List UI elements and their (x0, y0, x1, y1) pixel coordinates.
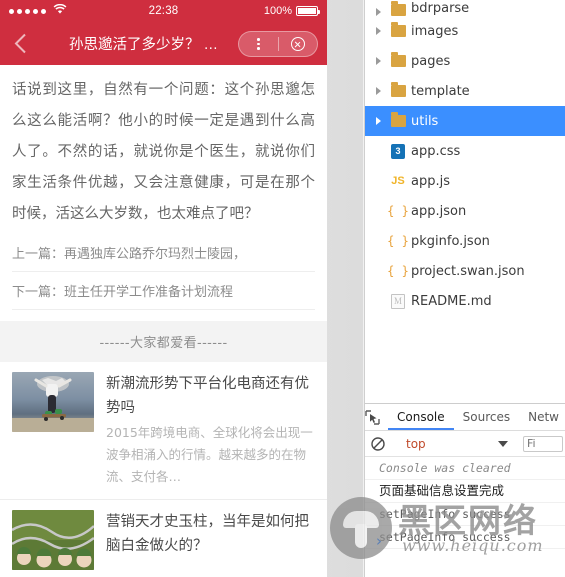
article-pager: 上一篇：再遇独库公路乔尔玛烈士陵园， 下一篇：班主任开学工作准备计划流程 (0, 234, 327, 310)
chevron-right-icon[interactable] (371, 57, 385, 65)
clear-console-icon[interactable] (365, 436, 391, 451)
list-item-desc: 2015年跨境电商、全球化将会出现一波争相涌入的行情。越来越多的在物流、支付各… (106, 425, 313, 484)
folder-icon (385, 1, 411, 16)
phone-simulator: 22:38 100% 孙思邈活了多少岁？ … 话说到这里，自然有一个问题：这个孙… (0, 0, 327, 577)
console-message: Console was cleared (365, 457, 565, 480)
tree-row[interactable]: { } project.swan.json (365, 256, 565, 286)
folder-icon (385, 112, 411, 127)
file-tree: bdrparse images pages template utils 3 a… (365, 0, 565, 403)
page-title: 孙思邈活了多少岁？ … (68, 37, 219, 53)
chevron-down-icon[interactable] (498, 440, 508, 447)
tree-row-label: README.md (411, 293, 492, 309)
tab-console[interactable]: Console (388, 404, 454, 430)
prev-article-link[interactable]: 上一篇：再遇独库公路乔尔玛烈士陵园， (12, 234, 315, 272)
json-braces-icon: { } (387, 234, 409, 248)
tree-row[interactable]: { } app.json (365, 196, 565, 226)
list-item-text: 营销天才史玉柱，当年是如何把脑白金做火的？ (106, 510, 315, 570)
list-item-title: 营销天才史玉柱，当年是如何把脑白金做火的？ (106, 514, 309, 554)
tree-row[interactable]: bdrparse (365, 0, 565, 16)
close-circle-icon[interactable] (279, 37, 318, 51)
folder-icon (385, 22, 411, 37)
folder-icon (385, 82, 411, 97)
article-paragraph: 话说到这里，自然有一个问题：这个孙思邈怎么这么能活啊？他小的时候一定是遇到什么高… (12, 82, 315, 222)
console-filter-input[interactable] (523, 435, 563, 452)
chevron-right-icon[interactable] (371, 117, 385, 125)
list-item[interactable]: 新潮流形势下平台化电商还有优势吗 2015年跨境电商、全球化将会出现一波争相涌入… (0, 362, 327, 500)
console-context-select[interactable]: top (400, 437, 432, 451)
tree-row[interactable]: { } pkginfo.json (365, 226, 565, 256)
tree-row[interactable]: 3 app.css (365, 136, 565, 166)
folder-icon (385, 52, 411, 67)
chevron-right-icon[interactable] (371, 87, 385, 95)
tree-row[interactable]: M README.md (365, 286, 565, 316)
nav-bar: 孙思邈活了多少岁？ … (0, 22, 327, 65)
list-item-title: 新潮流形势下平台化电商还有优势吗 (106, 376, 309, 416)
back-button[interactable] (0, 22, 40, 65)
tree-row[interactable]: JS app.js (365, 166, 565, 196)
more-vertical-icon[interactable] (239, 38, 278, 50)
tree-row[interactable]: images (365, 16, 565, 46)
thumbnail-image (12, 372, 94, 432)
markdown-icon: M (385, 293, 411, 309)
inspect-element-icon[interactable] (365, 404, 380, 430)
tree-row[interactable]: template (365, 76, 565, 106)
console-panel: Console Sources Netw top Console was (365, 403, 565, 577)
console-messages: Console was cleared 页面基础信息设置完成 setPageIn… (365, 457, 565, 549)
tree-row-label: project.swan.json (411, 263, 525, 279)
chevron-right-icon[interactable] (371, 27, 385, 35)
recommendations-list: 新潮流形势下平台化电商还有优势吗 2015年跨境电商、全球化将会出现一波争相涌入… (0, 362, 327, 577)
list-item-text: 新潮流形势下平台化电商还有优势吗 2015年跨境电商、全球化将会出现一波争相涌入… (106, 372, 315, 488)
battery-percent: 100% (263, 5, 292, 17)
css3-icon: 3 (385, 143, 411, 159)
javascript-icon: JS (391, 175, 405, 187)
tree-row-label: images (411, 23, 459, 39)
tree-row-label: utils (411, 113, 439, 129)
console-message: setPageInfo success (365, 503, 565, 526)
tab-network[interactable]: Netw (519, 404, 565, 430)
tree-row-label: template (411, 83, 470, 99)
screen-root: 22:38 100% 孙思邈活了多少岁？ … 话说到这里，自然有一个问题：这个孙… (0, 0, 565, 577)
console-message: setPageInfo success (365, 526, 565, 549)
tree-row-label: app.json (411, 203, 467, 219)
status-bar: 22:38 100% (0, 0, 327, 22)
tree-row-label: app.css (411, 143, 461, 159)
tab-sources[interactable]: Sources (454, 404, 519, 430)
battery-indicator: 100% (263, 5, 320, 17)
tree-row-selected[interactable]: utils (365, 106, 565, 136)
console-message: 页面基础信息设置完成 (365, 480, 565, 503)
devtools-tabbar: Console Sources Netw (365, 404, 565, 431)
next-article-link[interactable]: 下一篇：班主任开学工作准备计划流程 (12, 272, 315, 310)
json-braces-icon: { } (387, 204, 409, 218)
list-item[interactable]: 营销天才史玉柱，当年是如何把脑白金做火的？ (0, 500, 327, 577)
tree-row[interactable]: pages (365, 46, 565, 76)
console-filter-bar: top (365, 431, 565, 457)
tree-row-label: bdrparse (411, 1, 470, 16)
recommendations-header: ------大家都爱看------ (0, 321, 327, 362)
thumbnail-image (12, 510, 94, 570)
json-braces-icon: { } (387, 264, 409, 278)
chevron-right-icon[interactable] (371, 8, 385, 16)
devtools-panel: bdrparse images pages template utils 3 a… (364, 0, 565, 577)
capsule-button[interactable] (238, 31, 318, 57)
battery-icon (296, 6, 320, 16)
tree-row-label: pkginfo.json (411, 233, 490, 249)
webview-content: 话说到这里，自然有一个问题：这个孙思邈怎么这么能活啊？他小的时候一定是遇到什么高… (0, 65, 327, 577)
tree-row-label: app.js (411, 173, 450, 189)
chevron-left-icon (14, 33, 26, 54)
tree-row-label: pages (411, 53, 451, 69)
